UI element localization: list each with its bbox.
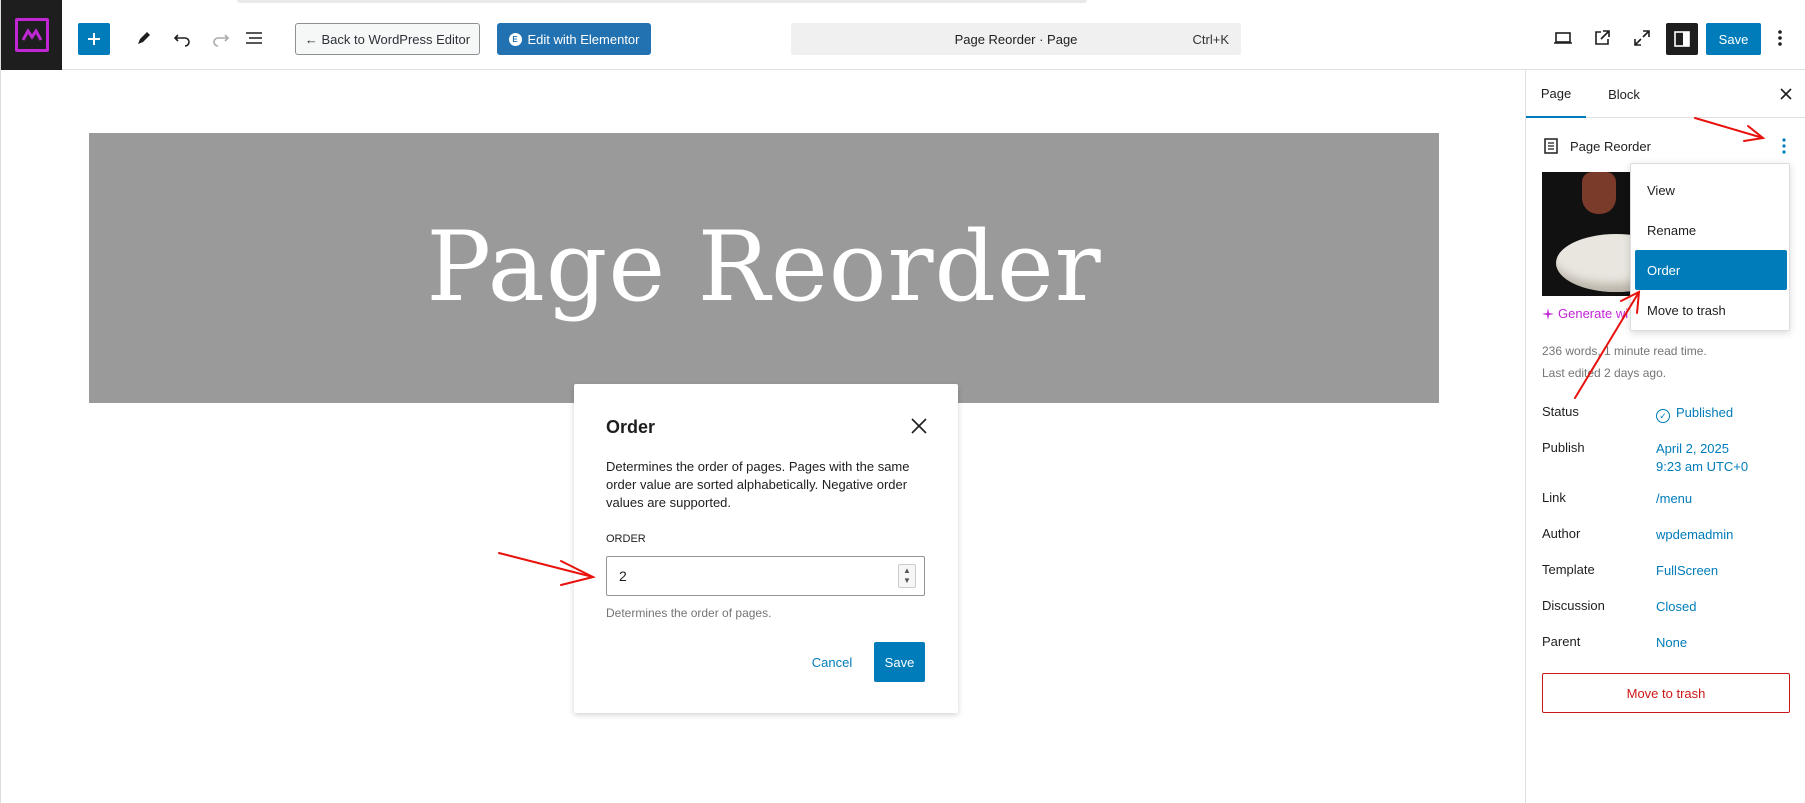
modal-title: Order (606, 417, 656, 437)
edit-with-elementor-button[interactable]: E Edit with Elementor (497, 23, 651, 55)
menu-item-view[interactable]: View (1635, 170, 1787, 210)
editor-header: ← Back to WordPress Editor E Edit with E… (1, 0, 1805, 70)
elementor-icon: E (508, 32, 522, 46)
tab-page[interactable]: Page (1526, 70, 1586, 118)
order-value: 2 (619, 568, 627, 584)
fullscreen-button[interactable] (1626, 22, 1658, 54)
save-button[interactable]: Save (1706, 23, 1761, 55)
field-label: Status (1542, 404, 1579, 419)
external-icon (1595, 30, 1610, 45)
more-icon (1778, 30, 1782, 46)
check-circle-icon: ✓ (1656, 409, 1670, 423)
document-summary: Page Reorder (1542, 134, 1651, 158)
redo-button[interactable] (205, 22, 237, 54)
order-help-text: Determines the order of pages. (606, 606, 772, 620)
back-to-wordpress-button[interactable]: ← Back to WordPress Editor (295, 23, 480, 55)
sparkle-icon (1542, 307, 1554, 320)
logo-icon (14, 18, 49, 52)
more-icon (1782, 138, 1786, 154)
status-text: Published (1676, 405, 1734, 420)
document-actions-menu: View Rename Order Move to trash (1630, 163, 1790, 331)
order-input[interactable]: 2 ▲ ▼ (606, 556, 925, 596)
pen-icon (138, 32, 150, 44)
menu-item-rename[interactable]: Rename (1635, 210, 1787, 250)
list-view-icon (246, 32, 262, 44)
tab-block[interactable]: Block (1594, 70, 1654, 118)
field-label: Author (1542, 526, 1581, 541)
cover-block[interactable]: Page Reorder (89, 133, 1439, 403)
field-label: Parent (1542, 634, 1581, 649)
document-title: Page Reorder · Page (954, 32, 1078, 47)
view-page-button[interactable] (1586, 22, 1618, 54)
close-icon (911, 418, 927, 434)
elementor-label: Edit with Elementor (527, 31, 640, 47)
shortcut-hint: Ctrl+K (1192, 32, 1229, 47)
site-logo[interactable] (1, 0, 62, 70)
add-block-button[interactable] (78, 23, 110, 55)
tools-button[interactable] (128, 22, 160, 54)
modal-save-button[interactable]: Save (874, 642, 925, 682)
fullscreen-icon (1634, 30, 1650, 46)
sidebar-close-button[interactable] (1774, 82, 1798, 106)
publish-date: April 2, 2025 (1656, 441, 1729, 456)
thumbnail-hand (1582, 172, 1616, 214)
link-value[interactable]: /menu (1656, 490, 1692, 508)
last-edited: Last edited 2 days ago. (1542, 366, 1667, 380)
word-count: 236 words, 1 minute read time. (1542, 344, 1707, 358)
sidebar-tabs: Page Block (1526, 70, 1805, 118)
order-modal: Order Determines the order of pages. Pag… (574, 384, 958, 713)
page-icon (1544, 138, 1558, 154)
editor-app: ← Back to WordPress Editor E Edit with E… (0, 0, 1805, 803)
document-meta: 236 words, 1 minute read time. Last edit… (1542, 340, 1707, 384)
scroll-indicator (237, 0, 1087, 3)
move-to-trash-button[interactable]: Move to trash (1542, 673, 1790, 713)
close-icon (1780, 88, 1792, 100)
publish-value[interactable]: April 2, 2025 9:23 am UTC+0 (1656, 440, 1748, 476)
preview-device-button[interactable] (1547, 22, 1579, 54)
status-value[interactable]: ✓ Published (1656, 404, 1733, 423)
modal-close-button[interactable] (904, 411, 934, 441)
document-name: Page Reorder (1570, 138, 1651, 154)
modal-description: Determines the order of pages. Pages wit… (606, 459, 910, 510)
chevron-down-icon[interactable]: ▼ (903, 576, 911, 586)
redo-icon (213, 34, 230, 47)
featured-image[interactable] (1542, 172, 1642, 296)
publish-time: 9:23 am UTC+0 (1656, 459, 1749, 474)
generate-label: Generate wi (1558, 306, 1629, 321)
sidebar-icon (1674, 31, 1690, 47)
settings-sidebar-toggle[interactable] (1666, 23, 1698, 55)
hero-title: Page Reorder (426, 211, 1102, 323)
number-spinner[interactable]: ▲ ▼ (898, 564, 916, 588)
template-value[interactable]: FullScreen (1656, 562, 1718, 580)
undo-button[interactable] (166, 22, 198, 54)
document-actions-button[interactable] (1772, 134, 1796, 158)
field-label: Discussion (1542, 598, 1605, 613)
chevron-up-icon[interactable]: ▲ (903, 566, 911, 576)
list-view-button[interactable] (238, 22, 270, 54)
menu-item-order[interactable]: Order (1635, 250, 1787, 290)
order-field-label: ORDER (606, 533, 646, 545)
undo-icon (173, 34, 190, 47)
options-button[interactable] (1764, 22, 1796, 54)
generate-with-ai-link[interactable]: Generate wi (1542, 306, 1628, 321)
field-label: Template (1542, 562, 1595, 577)
field-label: Link (1542, 490, 1566, 505)
plus-icon (88, 33, 100, 45)
modal-cancel-button[interactable]: Cancel (806, 642, 858, 682)
parent-value[interactable]: None (1656, 634, 1687, 652)
field-label: Publish (1542, 440, 1585, 455)
author-value[interactable]: wpdemadmin (1656, 526, 1733, 544)
command-palette-bar[interactable]: Page Reorder · Page Ctrl+K (791, 23, 1241, 55)
discussion-value[interactable]: Closed (1656, 598, 1696, 616)
menu-item-move-to-trash[interactable]: Move to trash (1635, 290, 1787, 330)
desktop-icon (1554, 32, 1572, 44)
